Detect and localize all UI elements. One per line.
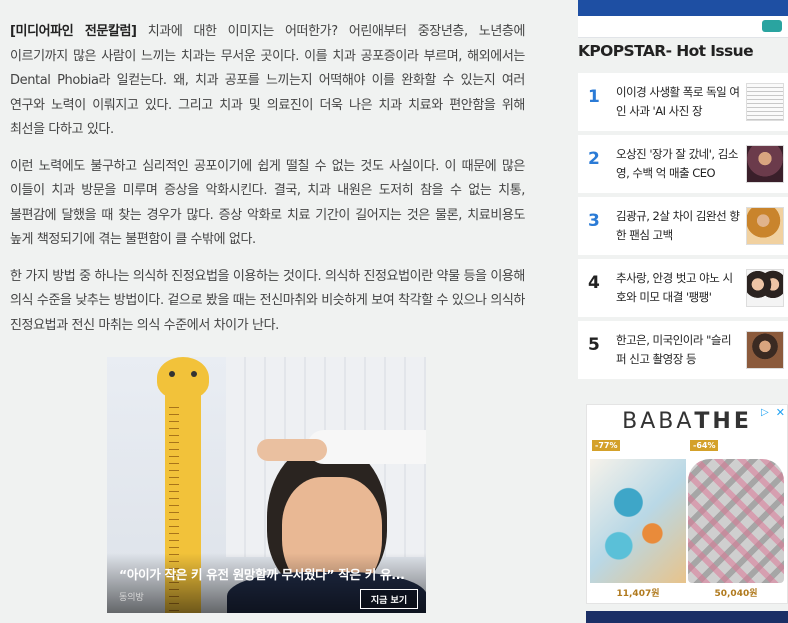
- product-price: 50,040원: [714, 589, 758, 599]
- hot-issue-headline[interactable]: 추사랑, 안경 벗고 야노 시호와 미모 대결 '팽팽': [616, 269, 740, 307]
- paragraph-1-text: 치과에 대한 이미지는 어떠한가? 어린애부터 중장년층, 노년층에 이르기까지…: [10, 24, 526, 137]
- ad-source: 동의방: [119, 593, 144, 603]
- article-paragraph-1: [미디어파인 전문칼럼] 치과에 대한 이미지는 어떠한가? 어린애부터 중장년…: [10, 20, 525, 143]
- hot-issue-item-1[interactable]: 1 이이경 사생활 폭로 독일 여인 사과 'AI 사진 장: [578, 73, 788, 131]
- cardigan-product-image[interactable]: [688, 459, 784, 583]
- rank-number: 4: [588, 273, 600, 293]
- product-card[interactable]: -64%: [688, 439, 784, 584]
- sidebar-top-banner[interactable]: [578, 0, 788, 38]
- rank-number: 2: [588, 149, 600, 169]
- article-paragraph-2: 이런 노력에도 불구하고 심리적인 공포이기에 쉽게 떨칠 수 없는 것도 사실…: [10, 158, 525, 248]
- news-thumbnail[interactable]: [746, 83, 784, 121]
- rank-number: 3: [588, 211, 600, 231]
- hot-issue-item-3[interactable]: 3 김광규, 2살 차이 김완선 향한 팬심 고백: [578, 197, 788, 255]
- adchoices-icon[interactable]: ▷: [761, 407, 773, 419]
- hot-issue-headline[interactable]: 오상진 '장가 잘 갔네', 김소영, 수백 억 매출 CEO: [616, 145, 740, 183]
- hot-issue-headline[interactable]: 김광규, 2살 차이 김완선 향한 팬심 고백: [616, 207, 740, 245]
- brand-logo[interactable]: BABATHE: [587, 409, 787, 434]
- banner-blue-bar: [578, 0, 788, 16]
- product-price: 11,407원: [616, 589, 660, 599]
- article-paragraph-3: 한 가지 방법 중 하나는 의식하 진정요법을 이용하는 것이다. 의식하 진정…: [10, 268, 525, 333]
- product-card[interactable]: -77%: [590, 439, 686, 584]
- discount-badge: -77%: [592, 440, 621, 451]
- close-icon[interactable]: ✕: [776, 406, 785, 419]
- hot-issue-item-2[interactable]: 2 오상진 '장가 잘 갔네', 김소영, 수백 억 매출 CEO: [578, 135, 788, 193]
- news-thumbnail[interactable]: [746, 207, 784, 245]
- height-ad-banner[interactable]: “아이가 작은 키 유전 원망할까 무서웠다” 작은 키 유... 동의방 지금…: [107, 357, 426, 613]
- article-body: [미디어파인 전문칼럼] 치과에 대한 이미지는 어떠한가? 어린애부터 중장년…: [10, 20, 525, 350]
- news-thumbnail[interactable]: [746, 145, 784, 183]
- page: [미디어파인 전문칼럼] 치과에 대한 이미지는 어떠한가? 어린애부터 중장년…: [0, 0, 788, 623]
- sidebar-bottom-banner[interactable]: [586, 611, 788, 623]
- column-tag: [미디어파인 전문칼럼]: [10, 24, 137, 39]
- doctor-hand-graphic: [257, 439, 327, 461]
- hot-issue-item-4[interactable]: 4 추사랑, 안경 벗고 야노 시호와 미모 대결 '팽팽': [578, 259, 788, 317]
- banner-logo-icon: [762, 20, 782, 32]
- news-thumbnail[interactable]: [746, 269, 784, 307]
- discount-badge: -64%: [690, 440, 719, 451]
- brand-logo-part-a: BABA: [622, 409, 695, 434]
- brand-logo-part-b: THE: [694, 409, 752, 434]
- news-thumbnail[interactable]: [746, 331, 784, 369]
- giraffe-icon: [157, 357, 209, 399]
- rank-number: 1: [588, 87, 600, 107]
- hot-issue-headline[interactable]: 한고은, 미국인이라 "슬리퍼 신고 촬영장 등: [616, 331, 740, 369]
- hot-issue-headline[interactable]: 이이경 사생활 폭로 독일 여인 사과 'AI 사진 장: [616, 83, 740, 121]
- scarf-product-image[interactable]: [590, 459, 686, 583]
- hot-issue-title: KPOPSTAR- Hot Issue: [578, 42, 754, 60]
- ad-cta-button[interactable]: 지금 보기: [360, 589, 418, 609]
- hot-issue-item-5[interactable]: 5 한고은, 미국인이라 "슬리퍼 신고 촬영장 등: [578, 321, 788, 379]
- rank-number: 5: [588, 335, 600, 355]
- ad-headline[interactable]: “아이가 작은 키 유전 원망할까 무서웠다” 작은 키 유...: [119, 564, 419, 583]
- shopping-ad[interactable]: BABATHE ▷ ✕ -77% -64% 11,407원 50,040원: [586, 404, 788, 604]
